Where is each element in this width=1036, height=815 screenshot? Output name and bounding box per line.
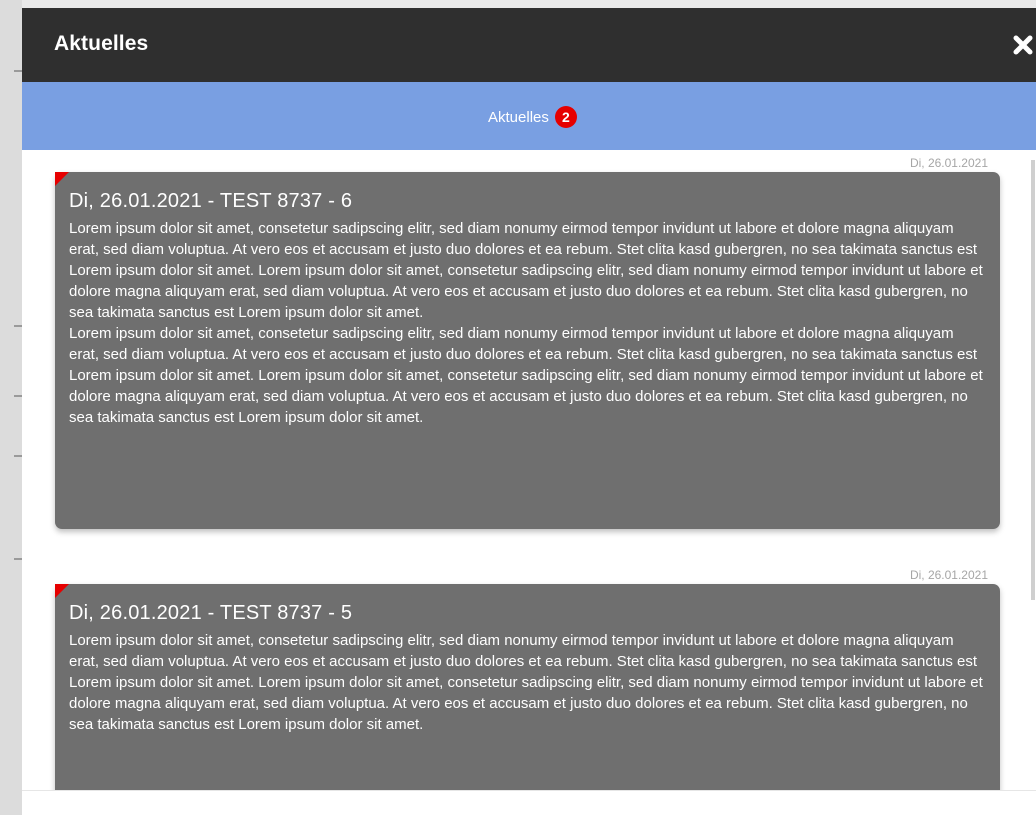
background-divider: [14, 325, 22, 327]
news-card: Di, 26.01.2021 - TEST 8737 - 5 Lorem ips…: [55, 584, 1000, 790]
news-list[interactable]: Di, 26.01.2021 Di, 26.01.2021 - TEST 873…: [22, 150, 1036, 790]
modal-footer: [22, 790, 1036, 815]
background-divider: [14, 70, 22, 72]
post-body: Lorem ipsum dolor sit amet, consetetur s…: [69, 630, 986, 735]
news-modal: Aktuelles Aktuelles 2 Di, 26.01.2021 Di,…: [22, 8, 1036, 815]
scrollbar-thumb[interactable]: [1031, 160, 1035, 600]
post-title: Di, 26.01.2021 - TEST 8737 - 5: [69, 602, 353, 624]
news-card: Di, 26.01.2021 - TEST 8737 - 6 Lorem ips…: [55, 172, 1000, 529]
modal-title: Aktuelles: [54, 32, 149, 55]
post-title: Di, 26.01.2021 - TEST 8737 - 6: [69, 190, 353, 212]
tab-bar: Aktuelles 2: [22, 82, 1036, 150]
unread-corner-marker: [55, 584, 69, 598]
unread-corner-marker: [55, 172, 69, 186]
post-paragraph: Lorem ipsum dolor sit amet, consetetur s…: [69, 325, 983, 426]
post-date: Di, 26.01.2021: [909, 568, 988, 582]
post-paragraph: Lorem ipsum dolor sit amet, consetetur s…: [69, 220, 983, 321]
background-divider: [14, 395, 22, 397]
modal-header: Aktuelles: [22, 8, 1036, 82]
post-paragraph: Lorem ipsum dolor sit amet, consetetur s…: [69, 632, 983, 733]
background-divider: [14, 455, 22, 457]
close-icon: [1013, 35, 1033, 55]
background-page-strip: [0, 0, 22, 815]
post-body: Lorem ipsum dolor sit amet, consetetur s…: [69, 218, 986, 428]
unread-count-badge: 2: [554, 106, 577, 128]
tab-label: Aktuelles: [488, 108, 549, 126]
background-divider: [14, 558, 22, 560]
close-button[interactable]: [1012, 34, 1034, 56]
post-date: Di, 26.01.2021: [909, 156, 988, 170]
tab-aktuelles[interactable]: Aktuelles 2: [488, 106, 577, 128]
